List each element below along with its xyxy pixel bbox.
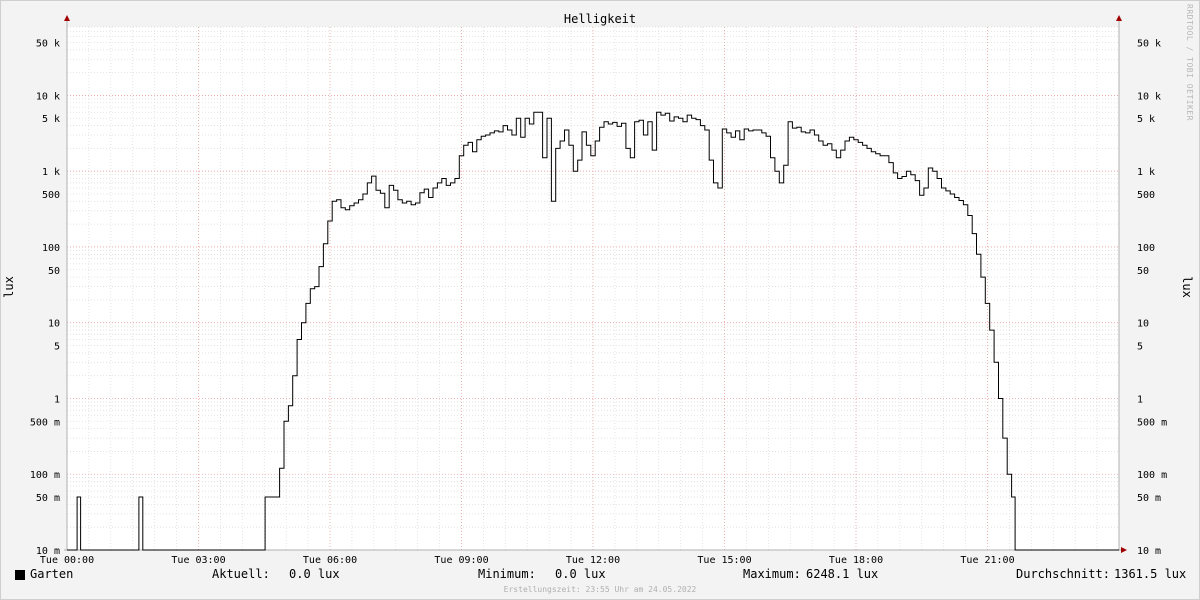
y-tick-label-left: 50 k [36,38,60,49]
legend-swatch [15,570,25,580]
y-axis-arrow-left [64,15,70,21]
y-tick-label-left: 50 m [36,493,60,504]
x-tick-label: Tue 03:00 [171,555,225,566]
y-tick-label-left: 10 [48,319,60,330]
y-tick-label-left: 100 [42,243,60,254]
y-tick-label-left: 5 [54,342,60,353]
x-tick-label: Tue 09:00 [434,555,488,566]
y-tick-label-right: 10 k [1137,91,1161,102]
x-tick-label: Tue 12:00 [566,555,620,566]
y-tick-label-left: 50 [48,266,60,277]
watermark: RRDTOOL / TOBI OETIKER [1185,4,1194,121]
legend-current-label: Aktuell: [212,567,270,581]
y-tick-label-right: 10 [1137,319,1149,330]
x-tick-label: Tue 06:00 [303,555,357,566]
y-tick-label-right: 10 m [1137,546,1161,557]
y-tick-label-left: 5 k [42,114,60,125]
y-axis-label-right: lux [1180,276,1194,298]
y-tick-label-right: 500 [1137,190,1155,201]
legend-avg-label: Durchschnitt: [1016,567,1110,581]
chart-svg: 50 k 50 k 10 k 10 k 5 k 5 k 1 k 1 k 500 500 100 100… [2,12,1194,566]
y-tick-label-left: 500 m [30,417,60,428]
y-tick-label-left: 100 m [30,470,60,481]
x-tick-label: Tue 18:00 [829,555,883,566]
legend-max-label: Maximum: [743,567,801,581]
y-axis-arrow-right [1116,15,1122,21]
chart-title: Helligkeit [564,12,636,26]
footer-timestamp: Erstellungszeit: 23:55 Uhr am 24.05.2022 [503,585,697,594]
x-axis-arrow [1121,547,1127,553]
x-tick-label: Tue 21:00 [960,555,1014,566]
y-tick-label-right: 50 [1137,266,1149,277]
legend-avg-value: 1361.5 lux [1114,567,1187,581]
y-tick-label-left: 1 [54,394,60,405]
legend-min-value: 0.0 lux [555,567,606,581]
legend-current-value: 0.0 lux [289,567,340,581]
y-tick-label-right: 100 [1137,243,1155,254]
y-tick-label-right: 5 [1137,342,1143,353]
y-tick-label-right: 500 m [1137,417,1167,428]
y-tick-label-right: 1 [1137,394,1143,405]
y-tick-label-left: 10 k [36,91,60,102]
y-tick-label-right: 1 k [1137,167,1155,178]
y-tick-label-right: 50 m [1137,493,1161,504]
y-tick-label-right: 100 m [1137,470,1167,481]
legend-max-value: 6248.1 lux [806,567,879,581]
legend: Garten Aktuell: 0.0 lux Minimum: 0.0 lux… [0,567,1200,583]
y-tick-label-left: 500 [42,190,60,201]
y-axis-label-left: lux [2,276,16,298]
x-tick-label: Tue 00:00 [40,555,94,566]
y-tick-label-right: 50 k [1137,38,1161,49]
legend-series-name: Garten [30,567,74,581]
y-tick-label-right: 5 k [1137,114,1155,125]
y-tick-label-left: 1 k [42,167,60,178]
x-tick-label: Tue 15:00 [697,555,751,566]
legend-min-label: Minimum: [478,567,536,581]
